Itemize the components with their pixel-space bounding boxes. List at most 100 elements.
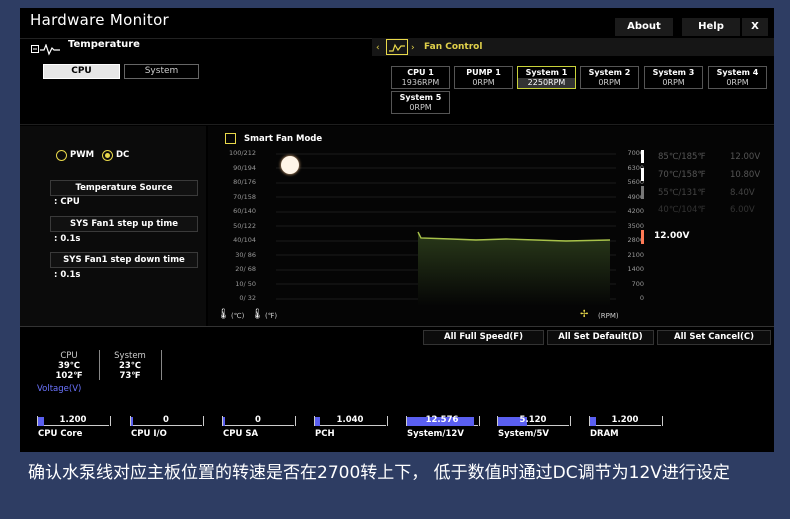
voltage-label: CPU Core	[38, 429, 83, 439]
legend-temp: 70℃/158℉	[658, 170, 706, 180]
voltage-value: 0	[163, 415, 169, 425]
temp-tick: 50/122	[233, 222, 256, 230]
dc-radio[interactable]	[102, 150, 113, 161]
voltage-bar-end	[295, 416, 296, 426]
fan-rpm: 0RPM	[409, 103, 432, 112]
rpm-tick: 0	[639, 294, 644, 302]
rpm-tick: 2100	[627, 251, 644, 259]
fan-rpm: 0RPM	[662, 78, 685, 87]
app-title: Hardware Monitor	[30, 11, 170, 29]
voltage-label: DRAM	[590, 429, 619, 439]
all-full-speed-button[interactable]: All Full Speed(F)	[423, 330, 544, 345]
voltage-bars: 1.200 CPU Core 0 CPU I/O 0 CPU SA 1.040 PCH 12.5…	[20, 414, 774, 444]
caption-text: 确认水泵线对应主板位置的转速是否在2700转上下， 低于数值时通过DC调节为12…	[28, 463, 730, 483]
screenshot-frame: Hardware Monitor About Help X Temperatur…	[0, 0, 790, 519]
chevron-right-icon[interactable]: ›	[411, 43, 415, 53]
close-button[interactable]: X	[742, 18, 768, 36]
voltage-label: PCH	[315, 429, 335, 439]
fan-button-system3[interactable]: System 3 0RPM	[644, 66, 703, 89]
fan-button-system4[interactable]: System 4 0RPM	[708, 66, 767, 89]
voltage-bar-end	[662, 416, 663, 426]
fan-rpm: 1936RPM	[401, 78, 440, 87]
legend-marker	[641, 186, 644, 199]
tab-cpu[interactable]: CPU	[43, 64, 120, 79]
fan-curve-graph[interactable]	[276, 148, 616, 306]
fan-name: CPU 1	[407, 68, 434, 77]
voltage-value: 1.040	[336, 415, 364, 425]
voltage-label: System/5V	[498, 429, 550, 439]
system-temp-c: 23℃	[118, 361, 142, 371]
voltage-value: 5.120	[519, 415, 547, 425]
voltage-section-label: Voltage(V)	[37, 384, 82, 394]
fan-button-system5[interactable]: System 5 0RPM	[391, 91, 450, 114]
pwm-radio[interactable]	[56, 150, 67, 161]
celsius-label: (℃)	[231, 312, 245, 320]
temp-tick: 0/ 32	[239, 294, 256, 302]
system-temp-reading: System 23℃ 73℉	[108, 351, 152, 381]
smart-fan-mode-label: Smart Fan Mode	[244, 134, 323, 144]
fan-curve-handle[interactable]	[281, 156, 299, 174]
voltage-label: CPU SA	[223, 429, 259, 439]
rpm-label: (RPM)	[598, 312, 619, 320]
temp-tick: 20/ 68	[235, 265, 256, 273]
cpu-temp-reading: CPU 39℃ 102℉	[50, 351, 88, 381]
all-set-default-button[interactable]: All Set Default(D)	[547, 330, 654, 345]
step-up-value: : 0.1s	[54, 234, 81, 244]
voltage-item: 5.120 System/5V	[497, 414, 589, 444]
step-down-label[interactable]: SYS Fan1 step down time	[50, 252, 198, 268]
temp-tick: 80/176	[233, 178, 256, 186]
help-button[interactable]: Help	[682, 18, 740, 36]
fan-button-system1[interactable]: System 1 2250RPM	[517, 66, 576, 89]
fan-button-pump1[interactable]: PUMP 1 0RPM	[454, 66, 513, 89]
pwm-label: PWM	[70, 150, 95, 160]
fan-icon: ✢	[580, 309, 589, 320]
all-set-cancel-button[interactable]: All Set Cancel(C)	[657, 330, 771, 345]
temp-tick: 60/140	[233, 207, 256, 215]
system-temp-label: System	[114, 351, 146, 361]
temperature-source-label[interactable]: Temperature Source	[50, 180, 198, 196]
temp-axis-ticks: 100/212 90/194 80/176 70/158 60/140 50/1…	[220, 149, 266, 307]
voltage-item: 12.576 System/12V	[406, 414, 498, 444]
about-button[interactable]: About	[615, 18, 673, 36]
readings-divider	[161, 350, 162, 380]
temp-tick: 70/158	[233, 193, 256, 201]
voltage-item: 0 CPU SA	[222, 414, 314, 444]
legend-voltage: 12.00V	[730, 152, 761, 162]
fan-rpm: 0RPM	[598, 78, 621, 87]
voltage-item: 1.200 CPU Core	[37, 414, 129, 444]
temp-tick: 30/ 86	[235, 251, 256, 259]
temp-tick: 90/194	[233, 164, 256, 172]
voltage-bar-end	[110, 416, 111, 426]
tab-system[interactable]: System	[124, 64, 199, 79]
system-temp-f: 73℉	[119, 371, 141, 381]
temperature-source-value: : CPU	[54, 197, 80, 207]
fan-button-system2[interactable]: System 2 0RPM	[580, 66, 639, 89]
voltage-label: CPU I/O	[131, 429, 167, 439]
legend-temp: 55℃/131℉	[658, 188, 706, 198]
fan-control-header: Fan Control	[424, 42, 483, 52]
chevron-left-icon[interactable]: ‹	[376, 43, 380, 53]
fan-name: System 1	[525, 68, 568, 77]
rpm-tick: 1400	[627, 265, 644, 273]
fan-button-cpu1[interactable]: CPU 1 1936RPM	[391, 66, 450, 89]
fan-name: System 4	[716, 68, 759, 77]
smart-fan-mode-checkbox[interactable]	[225, 133, 236, 144]
step-up-label[interactable]: SYS Fan1 step up time	[50, 216, 198, 232]
dc-label: DC	[116, 150, 130, 160]
temp-tick: 10/ 50	[235, 280, 256, 288]
voltage-value: 1.200	[611, 415, 639, 425]
voltage-item: 1.040 PCH	[314, 414, 406, 444]
hardware-monitor-window: Hardware Monitor About Help X Temperatur…	[20, 8, 774, 452]
voltage-value: 1.200	[59, 415, 87, 425]
rpm-tick: 700	[631, 280, 644, 288]
fan-name: PUMP 1	[466, 68, 501, 77]
rpm-tick: 3500	[627, 222, 644, 230]
rpm-axis-ticks: 7000 6300 5600 4900 4200 3500 2800 2100 …	[620, 149, 650, 307]
fan-name: System 3	[652, 68, 695, 77]
section-divider	[20, 124, 774, 125]
legend-temp: 40℃/104℉	[658, 205, 706, 215]
cpu-temp-f: 102℉	[55, 371, 83, 381]
voltage-bar-end	[203, 416, 204, 426]
voltage-item: 0 CPU I/O	[130, 414, 222, 444]
fahrenheit-label: (℉)	[265, 312, 278, 320]
